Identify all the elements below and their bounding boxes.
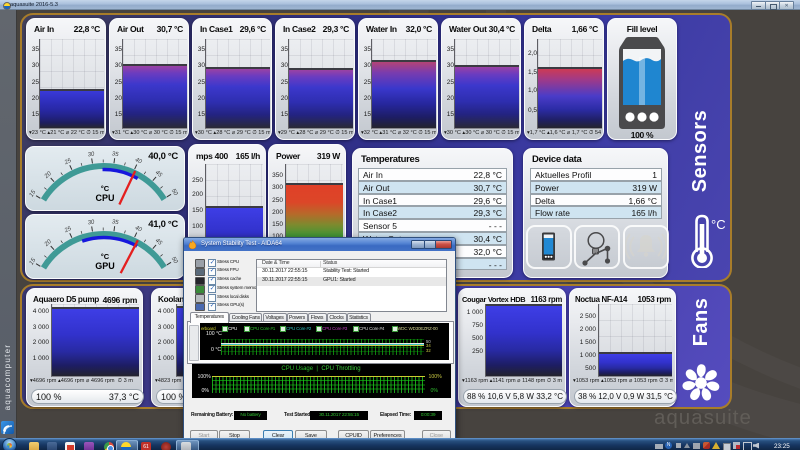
- svg-text:40: 40: [134, 225, 143, 233]
- svg-text:30: 30: [87, 151, 95, 158]
- svg-text:25: 25: [63, 158, 73, 167]
- svg-text:35: 35: [111, 151, 119, 158]
- svg-text:40: 40: [134, 157, 143, 165]
- svg-text:°C: °C: [711, 217, 726, 232]
- svg-text:25: 25: [63, 226, 73, 235]
- svg-text:35: 35: [111, 219, 119, 226]
- svg-text:30: 30: [87, 219, 95, 226]
